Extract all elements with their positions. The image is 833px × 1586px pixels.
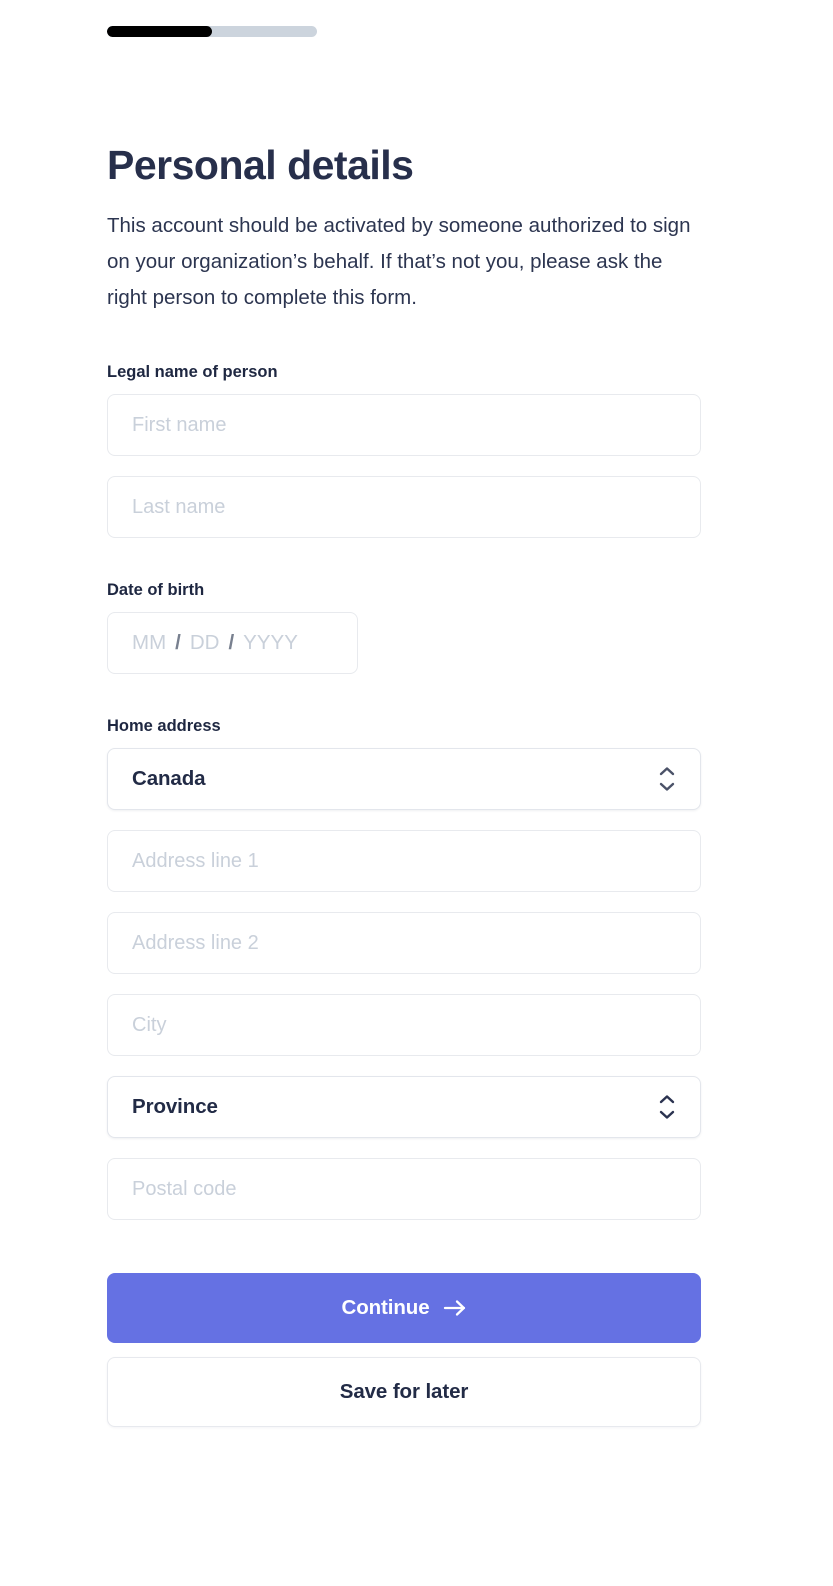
home-address-label: Home address [107, 717, 221, 735]
country-select[interactable]: Canada [107, 748, 701, 810]
dob-year-segment[interactable]: YYYY [243, 631, 298, 655]
personal-details-page: Personal details This account should be … [0, 0, 833, 1586]
legal-name-label: Legal name of person [107, 363, 278, 381]
save-for-later-label: Save for later [339, 1380, 469, 1403]
dob-separator-2: / [228, 631, 235, 654]
legal-name-group: Legal name of person [107, 361, 701, 538]
date-of-birth-label: Date of birth [107, 581, 205, 599]
chevron-up-down-icon [658, 766, 676, 792]
chevron-up-down-icon [658, 1094, 676, 1120]
city-input[interactable] [107, 994, 701, 1056]
form-content: Personal details This account should be … [107, 0, 701, 1427]
continue-button-label: Continue [341, 1296, 430, 1319]
address-fields: Province [107, 830, 701, 1220]
page-title: Personal details [107, 142, 414, 188]
province-select[interactable]: Province [107, 1076, 701, 1138]
province-select-value: Province [132, 1095, 218, 1118]
postal-code-input[interactable] [107, 1158, 701, 1220]
continue-button[interactable]: Continue [107, 1273, 701, 1343]
address-line-2-input[interactable] [107, 912, 701, 974]
address-line-1-input[interactable] [107, 830, 701, 892]
dob-separator-1: / [175, 631, 181, 654]
first-name-input[interactable] [107, 394, 701, 456]
date-of-birth-group: Date of birth MM / DD / YYYY [107, 579, 701, 674]
dob-day-segment[interactable]: DD [190, 631, 220, 655]
dob-month-segment[interactable]: MM [132, 631, 166, 655]
home-address-group: Home address Canada Province [107, 715, 701, 1220]
date-of-birth-input[interactable]: MM / DD / YYYY [107, 612, 358, 674]
page-description: This account should be activated by some… [107, 214, 691, 309]
country-select-value: Canada [132, 767, 206, 790]
save-for-later-button[interactable]: Save for later [107, 1357, 701, 1427]
arrow-right-icon [443, 1299, 467, 1317]
last-name-input[interactable] [107, 476, 701, 538]
